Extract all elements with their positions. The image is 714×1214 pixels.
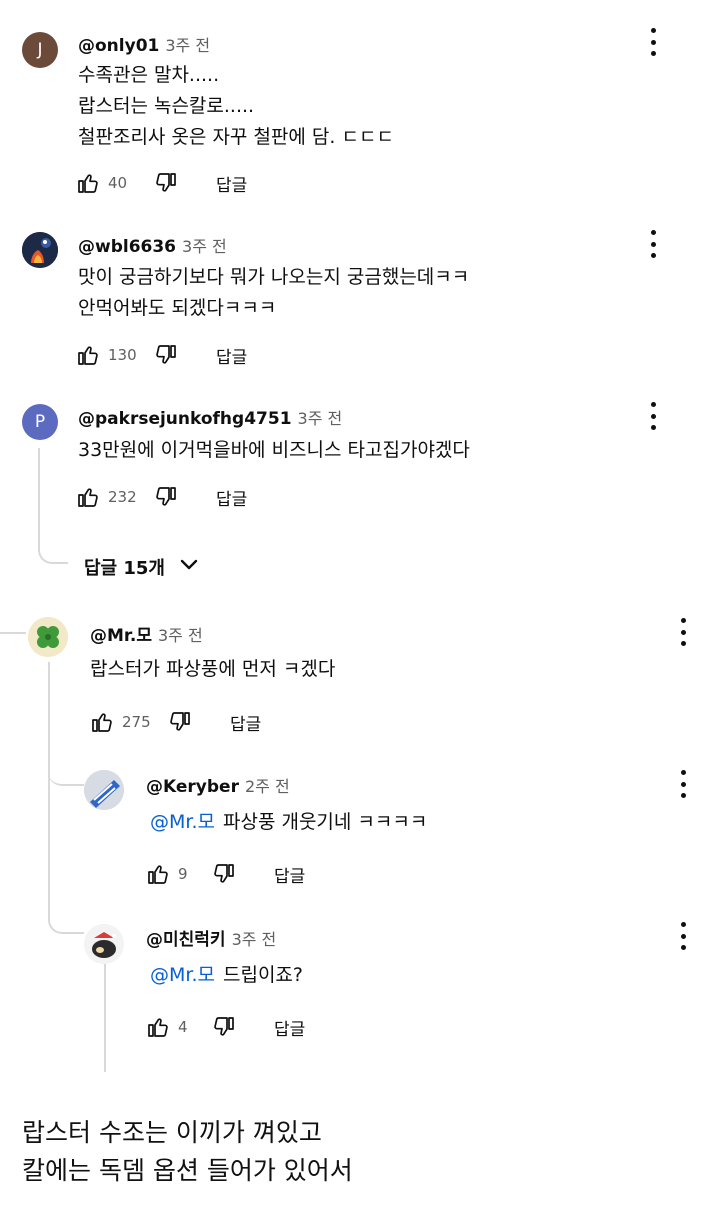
avatar[interactable] [84, 770, 124, 810]
mention-link[interactable]: @Mr.모 [150, 964, 215, 986]
comment-line: @Mr.모 파상풍 개웃기네 ㅋㅋㅋㅋ [150, 807, 427, 838]
like-count: 9 [178, 865, 188, 883]
comment-actions: 40 답글 [76, 168, 247, 198]
thread-line [38, 448, 68, 564]
like-icon[interactable] [76, 485, 100, 509]
avatar-image [22, 232, 58, 268]
author-name[interactable]: @pakrsejunkofhg4751 [78, 409, 292, 429]
reply-button[interactable]: 답글 [274, 862, 305, 887]
comment-time[interactable]: 3주 전 [165, 36, 210, 55]
reply-button[interactable]: 답글 [230, 710, 261, 735]
comment-line: 안먹어봐도 되겠다ㅋㅋㅋ [78, 297, 277, 319]
avatar-image [84, 924, 124, 964]
more-vert-icon[interactable] [678, 922, 688, 950]
author-name[interactable]: @Keryber [146, 777, 239, 797]
more-vert-icon[interactable] [648, 402, 658, 430]
comment-actions: 130 답글 [76, 340, 247, 370]
reply-button[interactable]: 답글 [216, 485, 247, 510]
comment-time[interactable]: 3주 전 [158, 626, 203, 645]
dislike-icon[interactable] [212, 862, 236, 886]
chevron-down-icon[interactable] [177, 552, 201, 581]
avatar-image [84, 770, 124, 810]
avatar-letter: J [37, 40, 43, 60]
comment-author[interactable]: @Keryber 2주 전 [146, 773, 290, 797]
avatar-letter: P [34, 412, 46, 432]
like-icon[interactable] [90, 710, 114, 734]
comment-author[interactable]: @wbl6636 3주 전 [78, 233, 227, 257]
reply-button[interactable]: 답글 [216, 343, 247, 368]
dislike-icon[interactable] [154, 485, 178, 509]
comment-text: @Mr.모 파상풍 개웃기네 ㅋㅋㅋㅋ [150, 807, 427, 838]
comment-line: 철판조리사 옷은 자꾸 철판에 담. ㄷㄷㄷ [78, 126, 394, 148]
avatar[interactable]: P [22, 404, 58, 440]
caption: 랍스터 수조는 이끼가 껴있고 칼에는 독뎀 옵션 들어가 있어서 [22, 1114, 353, 1190]
comment-author[interactable]: @only01 3주 전 [78, 32, 210, 56]
comment-line: 33만원에 이거먹을바에 비즈니스 타고집가야겠다 [78, 439, 470, 461]
comment-text: 맛이 궁금하기보다 뭐가 나오는지 궁금했는데ㅋㅋ 안먹어봐도 되겠다ㅋㅋㅋ [78, 262, 469, 324]
avatar[interactable] [28, 617, 68, 657]
more-vert-icon[interactable] [648, 28, 658, 56]
thread-line [104, 962, 106, 1072]
mention-link[interactable]: @Mr.모 [150, 811, 215, 833]
thread-line [0, 632, 26, 634]
comment-line: 수족관은 말차..... [78, 64, 220, 86]
dislike-icon[interactable] [212, 1015, 236, 1039]
more-vert-icon[interactable] [678, 770, 688, 798]
thread-line [48, 700, 84, 786]
author-name[interactable]: @미친럭키 [146, 930, 226, 950]
reply-text: 드립이죠? [222, 964, 303, 986]
author-name[interactable]: @wbl6636 [78, 237, 176, 257]
comment-time[interactable]: 3주 전 [298, 409, 343, 428]
comment-actions: 232 답글 [76, 482, 247, 512]
like-count: 130 [108, 346, 137, 364]
like-count: 275 [122, 713, 151, 731]
avatar[interactable] [84, 924, 124, 964]
comment-text: @Mr.모 드립이죠? [150, 960, 303, 991]
like-count: 4 [178, 1018, 188, 1036]
like-icon[interactable] [76, 171, 100, 195]
comment-author[interactable]: @미친럭키 3주 전 [146, 925, 276, 950]
more-vert-icon[interactable] [678, 618, 688, 646]
comment-text: 수족관은 말차..... 랍스터는 녹슨칼로..... 철판조리사 옷은 자꾸 … [78, 60, 394, 153]
comment-time[interactable]: 3주 전 [232, 930, 277, 949]
dislike-icon[interactable] [154, 171, 178, 195]
comment-actions: 275 답글 [90, 707, 261, 737]
reply-button[interactable]: 답글 [216, 171, 247, 196]
comment-time[interactable]: 3주 전 [182, 237, 227, 256]
avatar[interactable]: J [22, 32, 58, 68]
comment-author[interactable]: @pakrsejunkofhg4751 3주 전 [78, 405, 342, 429]
comment-author[interactable]: @Mr.모 3주 전 [90, 621, 203, 646]
replies-toggle[interactable]: 답글 15개 [84, 552, 201, 581]
author-name[interactable]: @Mr.모 [90, 626, 152, 646]
avatar[interactable] [22, 232, 58, 268]
caption-line: 칼에는 독뎀 옵션 들어가 있어서 [22, 1156, 353, 1185]
comment-actions: 4 답글 [146, 1012, 305, 1042]
like-icon[interactable] [146, 862, 170, 886]
author-name[interactable]: @only01 [78, 36, 159, 56]
reply-text: 파상풍 개웃기네 ㅋㅋㅋㅋ [222, 811, 428, 833]
replies-toggle-label[interactable]: 답글 15개 [84, 554, 165, 580]
comment-time[interactable]: 2주 전 [245, 777, 290, 796]
like-count: 232 [108, 488, 137, 506]
like-icon[interactable] [146, 1015, 170, 1039]
comment-line: @Mr.모 드립이죠? [150, 960, 303, 991]
dislike-icon[interactable] [168, 710, 192, 734]
like-count: 40 [108, 174, 128, 192]
reply-button[interactable]: 답글 [274, 1015, 305, 1040]
comment-line: 랍스터는 녹슨칼로..... [78, 95, 255, 117]
caption-line: 랍스터 수조는 이끼가 껴있고 [22, 1118, 322, 1147]
comment-text: 랍스터가 파상풍에 먼저 ㅋ겠다 [90, 654, 335, 685]
more-vert-icon[interactable] [648, 230, 658, 258]
comment-line: 랍스터가 파상풍에 먼저 ㅋ겠다 [90, 658, 336, 680]
dislike-icon[interactable] [154, 343, 178, 367]
comment-text: 33만원에 이거먹을바에 비즈니스 타고집가야겠다 [78, 435, 470, 466]
comment-line: 맛이 궁금하기보다 뭐가 나오는지 궁금했는데ㅋㅋ [78, 266, 470, 288]
like-icon[interactable] [76, 343, 100, 367]
comment-actions: 9 답글 [146, 859, 305, 889]
clover-icon [28, 617, 68, 657]
